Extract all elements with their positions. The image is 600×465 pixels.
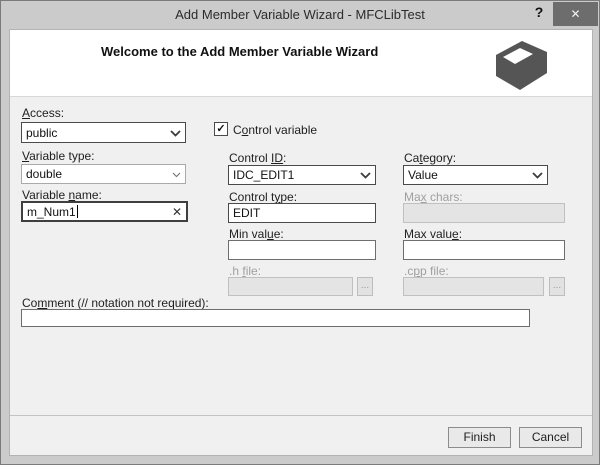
h-file-label: .h file: xyxy=(229,264,262,278)
control-id-select[interactable]: IDC_EDIT1 xyxy=(228,165,376,185)
finish-button[interactable]: Finish xyxy=(448,427,511,448)
cancel-button[interactable]: Cancel xyxy=(519,427,582,448)
min-value-label: Min value: xyxy=(229,227,284,241)
max-chars-label: Max chars: xyxy=(404,190,463,204)
max-value-input[interactable] xyxy=(403,240,565,260)
access-select[interactable]: public xyxy=(21,122,186,143)
ellipsis-icon: ... xyxy=(552,280,562,291)
close-icon: ✕ xyxy=(570,7,581,21)
ellipsis-icon: ... xyxy=(360,280,370,291)
control-id-label: Control ID: xyxy=(229,151,287,165)
open-box-3d-icon xyxy=(490,40,554,97)
chevron-down-icon xyxy=(532,168,543,182)
titlebar[interactable]: Add Member Variable Wizard - MFCLibTest … xyxy=(1,1,599,29)
variable-name-value: m_Num1 xyxy=(27,204,76,219)
check-icon: ✓ xyxy=(216,122,226,135)
variable-type-value: double xyxy=(26,167,63,181)
wizard-panel: Welcome to the Add Member Variable Wizar… xyxy=(9,29,593,456)
welcome-title: Welcome to the Add Member Variable Wizar… xyxy=(101,44,379,59)
comment-input[interactable] xyxy=(21,309,530,327)
control-variable-label[interactable]: Control variable xyxy=(233,123,317,137)
h-file-input xyxy=(228,277,353,296)
max-value-label: Max value: xyxy=(404,227,463,241)
text-caret xyxy=(76,205,78,218)
variable-type-select[interactable]: double xyxy=(21,164,186,184)
control-type-label: Control type: xyxy=(229,190,298,204)
variable-type-label: Variable type: xyxy=(22,149,95,163)
control-type-value: EDIT xyxy=(233,206,261,220)
h-file-browse-button: ... xyxy=(357,277,373,296)
variable-name-input[interactable]: m_Num1 ✕ xyxy=(21,201,188,222)
chevron-down-icon xyxy=(172,167,181,181)
help-button[interactable]: ? xyxy=(529,4,549,25)
comment-label: Comment (// notation not required): xyxy=(22,296,209,310)
add-member-variable-wizard-dialog: Add Member Variable Wizard - MFCLibTest … xyxy=(0,0,600,465)
footer-divider xyxy=(10,415,592,416)
max-chars-input xyxy=(403,203,565,223)
category-label: Category: xyxy=(404,151,457,165)
chevron-down-icon xyxy=(360,168,371,182)
control-variable-checkbox[interactable]: ✓ xyxy=(214,122,228,136)
wizard-header: Welcome to the Add Member Variable Wizar… xyxy=(10,30,592,97)
window-title: Add Member Variable Wizard - MFCLibTest xyxy=(175,7,425,22)
category-value: Value xyxy=(408,168,438,182)
variable-name-label: Variable name: xyxy=(22,188,102,202)
category-select[interactable]: Value xyxy=(403,165,548,185)
access-label: Access: xyxy=(22,106,65,120)
close-button[interactable]: ✕ xyxy=(553,2,598,26)
cpp-file-browse-button: ... xyxy=(549,277,565,296)
control-id-value: IDC_EDIT1 xyxy=(233,168,295,182)
clear-icon[interactable]: ✕ xyxy=(172,205,182,219)
control-type-input[interactable]: EDIT xyxy=(228,203,376,223)
cpp-file-label: .cpp file: xyxy=(404,264,449,278)
access-value: public xyxy=(26,125,58,140)
chevron-down-icon xyxy=(170,126,181,140)
cpp-file-input xyxy=(403,277,544,296)
min-value-input[interactable] xyxy=(228,240,376,260)
